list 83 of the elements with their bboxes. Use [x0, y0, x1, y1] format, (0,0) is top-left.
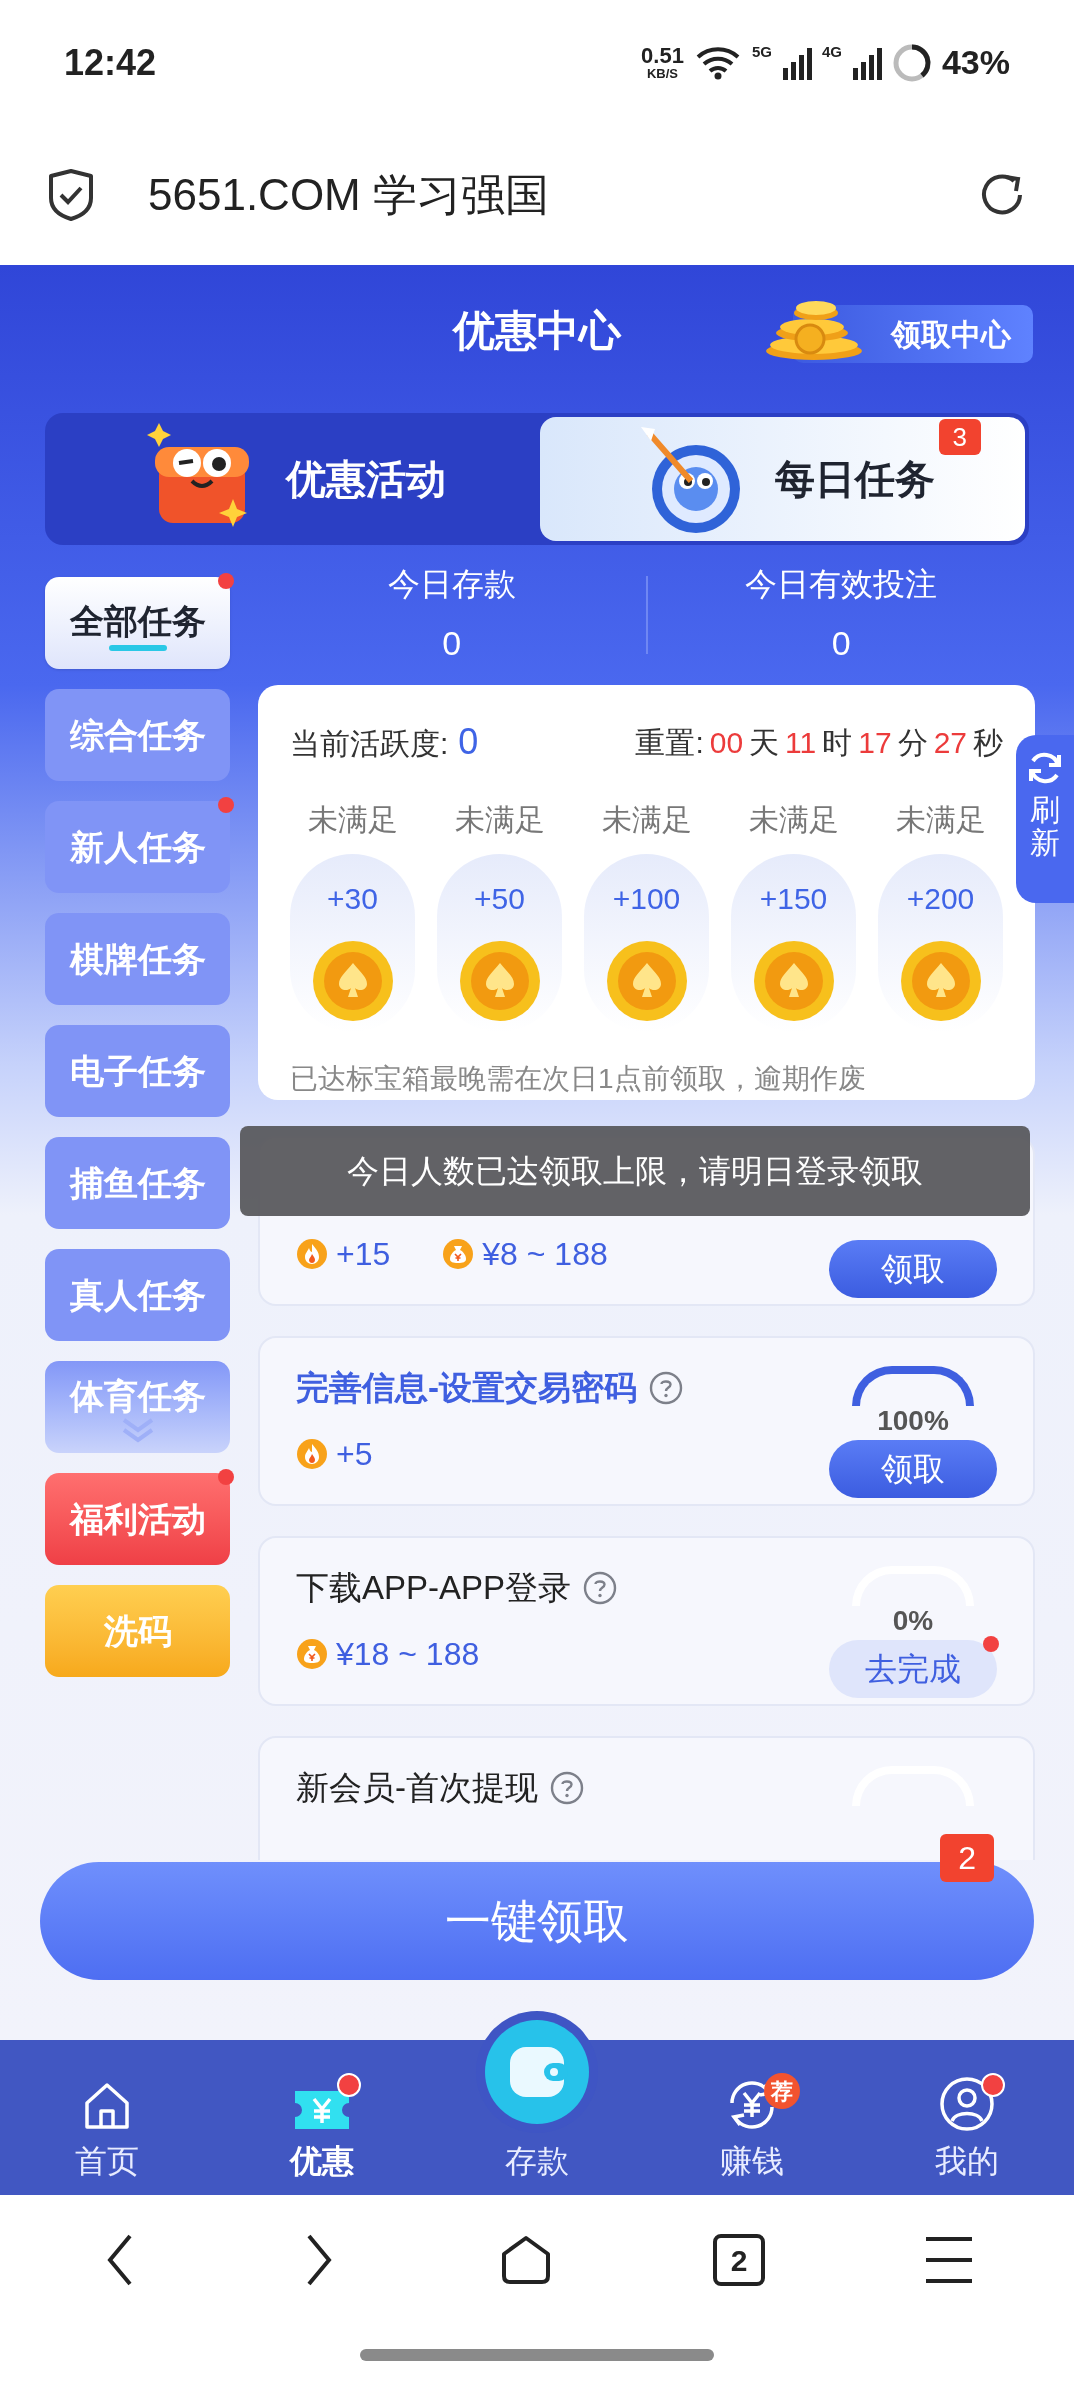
bottom-nav-item[interactable]: 优惠	[214, 2073, 430, 2185]
countdown-value: 00	[709, 724, 744, 761]
activity-note: 已达标宝箱最晚需在次日1点前领取，逾期作废	[290, 1062, 867, 1096]
signal-icon	[851, 45, 882, 80]
reward-amount: +15	[336, 1235, 391, 1274]
limit-toast: 今日人数已达领取上限，请明日登录领取	[240, 1126, 1030, 1216]
help-icon[interactable]	[583, 1571, 618, 1605]
reset-label: 重置:	[635, 724, 704, 761]
countdown-unit: 秒	[973, 724, 1003, 761]
countdown-unit: 分	[897, 724, 928, 761]
milestone-status: 未满足	[748, 802, 839, 838]
reward-amount: ¥8 ~ 188	[482, 1235, 608, 1274]
page-title: 优惠中心	[453, 305, 621, 356]
network-type: 5G	[751, 42, 772, 62]
money-bag-icon	[296, 1638, 328, 1670]
spade-coin-icon	[898, 939, 983, 1023]
spade-coin-icon	[457, 939, 542, 1023]
milestone-points: +100	[612, 881, 681, 917]
category-tab[interactable]: 优惠活动	[49, 417, 534, 541]
stat-value: 0	[442, 623, 462, 664]
url-text[interactable]: 5651.COM 学习强国	[148, 162, 549, 228]
bottom-nav-item[interactable]: 我的	[859, 2073, 1074, 2185]
countdown-value: 11	[785, 724, 817, 761]
status-time: 12:42	[64, 40, 157, 85]
shield-check-icon[interactable]	[46, 168, 96, 222]
battery-percent: 43%	[941, 42, 1010, 83]
bottom-nav-item[interactable]: 荐 赚钱	[644, 2073, 860, 2185]
milestone-points: +30	[327, 881, 378, 917]
stat-value: 0	[831, 623, 851, 664]
recommend-badge: 荐	[764, 2073, 801, 2109]
wallet-icon	[482, 2017, 592, 2127]
task-action-button[interactable]: 领取	[829, 1440, 997, 1498]
sidebar-item[interactable]: 捕鱼任务	[45, 1137, 230, 1229]
task-action-button[interactable]: 领取	[829, 1240, 997, 1298]
milestone-points: +50	[474, 881, 525, 917]
battery-ring-icon	[891, 42, 932, 83]
bottom-nav-item[interactable]: 存款	[429, 2011, 645, 2185]
signal-icon	[781, 45, 812, 80]
milestone-status: 未满足	[307, 802, 398, 838]
network-type: 4G	[821, 42, 842, 62]
menu-icon[interactable]	[924, 2235, 975, 2285]
count-badge: 2	[940, 1834, 994, 1882]
progress-percent: 0%	[892, 1606, 934, 1636]
bottom-nav-item[interactable]: 首页	[0, 2073, 215, 2185]
network-speed: 0.51	[641, 45, 684, 67]
reward-amount: ¥18 ~ 188	[336, 1635, 480, 1674]
reward-amount: +5	[336, 1435, 373, 1474]
user-icon	[937, 2075, 996, 2133]
sidebar-item[interactable]: 棋牌任务	[45, 913, 230, 1005]
countdown-value: 27	[933, 724, 967, 761]
flame-icon	[296, 1438, 328, 1470]
milestone-status: 未满足	[895, 802, 986, 838]
progress-percent: 100%	[877, 1406, 949, 1436]
tabs-count-button[interactable]: 2	[713, 2234, 766, 2286]
refresh-tab[interactable]: 刷新	[1016, 735, 1074, 903]
stat-label: 今日有效投注	[745, 565, 938, 604]
milestone-status: 未满足	[454, 802, 545, 838]
countdown-value: 17	[858, 724, 892, 761]
flame-icon	[296, 1238, 328, 1270]
countdown-unit: 天	[749, 724, 780, 761]
stat-label: 今日存款	[387, 565, 516, 604]
category-tab[interactable]: 每日任务 3	[540, 417, 1025, 541]
activity-value: 0	[458, 720, 479, 764]
spade-coin-icon	[604, 939, 689, 1023]
sidebar-item[interactable]: 电子任务	[45, 1025, 230, 1117]
countdown-unit: 时	[822, 724, 853, 761]
activity-label: 当前活跃度:	[290, 726, 449, 762]
sidebar-item[interactable]: 综合任务	[45, 689, 230, 781]
milestone-status: 未满足	[601, 802, 692, 838]
help-icon[interactable]	[649, 1371, 683, 1405]
money-bag-icon	[442, 1238, 475, 1270]
milestone-points: +200	[906, 881, 975, 917]
task-title: 完善信息-设置交易密码	[296, 1368, 637, 1409]
spade-coin-icon	[310, 939, 395, 1023]
help-icon[interactable]	[550, 1771, 584, 1805]
sidebar-item[interactable]: 真人任务	[45, 1249, 230, 1341]
task-title: 新会员-首次提现	[296, 1768, 538, 1809]
milestone-points: +150	[759, 881, 828, 917]
selected-underline	[108, 644, 167, 651]
task-title: 下载APP-APP登录	[296, 1568, 572, 1609]
network-speed-unit: KB/S	[646, 67, 678, 80]
spade-coin-icon	[751, 939, 836, 1023]
count-badge: 3	[938, 419, 981, 455]
